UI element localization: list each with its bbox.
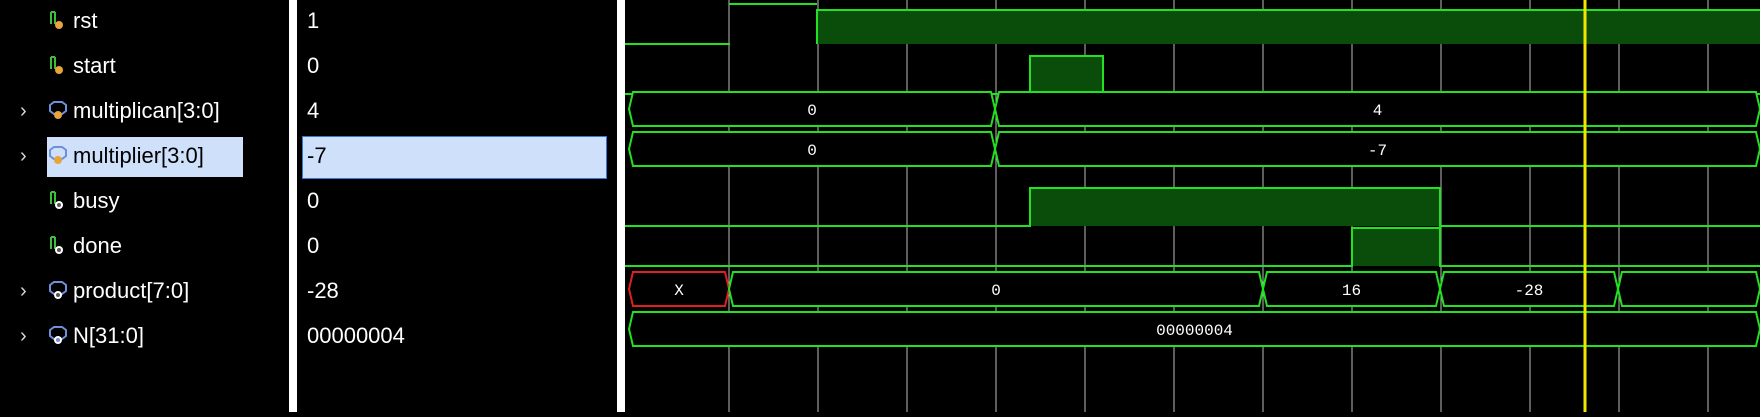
value-row[interactable]: 0 [297,225,617,270]
signal-row-start[interactable]: start [0,45,289,90]
multiplican-value-label: 4 [1373,102,1383,120]
signal-name: start [73,53,116,78]
signal-name: done [73,233,122,258]
signal-name: busy [73,188,120,213]
selection-highlight [302,136,607,179]
chevron-right-icon[interactable]: › [20,101,32,121]
signal-row-busy[interactable]: busy [0,180,289,225]
signal-name: product[7:0] [73,278,190,303]
signal-value: 0 [307,233,320,258]
done-wave [625,227,1760,267]
wire-out-icon [47,235,69,257]
wire-in-icon [47,55,69,77]
product-value-label: 0 [991,282,1001,300]
chevron-right-icon[interactable]: › [20,281,32,301]
signal-name-pane: rst start › multiplican[3:0] › multiplier[3:0… [0,0,289,412]
pane-splitter[interactable] [617,0,625,412]
signal-row-multiplier[interactable]: › multiplier[3:0] [0,135,289,180]
product-value-label: X [674,282,684,300]
rst-high-region [817,10,1760,44]
bus-param-icon [47,325,69,347]
signal-name: multiplier[3:0] [73,143,204,168]
busy-high-region [1030,188,1440,226]
signal-value: 1 [307,8,320,33]
product-segment [1616,271,1760,307]
signal-name: N[31:0] [73,323,144,348]
waveform-canvas[interactable]: 0 4 0 -7 X 0 16 -28 00000004 [625,0,1760,412]
bus-in-icon [47,145,69,167]
wire-out-icon [47,190,69,212]
multiplier-value-label: -7 [1368,142,1387,160]
pane-splitter[interactable] [289,0,297,412]
value-row[interactable]: -28 [297,270,617,315]
wire-in-icon [47,10,69,32]
start-high-region [1030,56,1103,94]
value-row[interactable]: 0 [297,180,617,225]
product-value-label: -28 [1515,282,1544,300]
signal-row-n[interactable]: › N[31:0] [0,315,289,360]
product-value-label: 16 [1342,282,1361,300]
signal-row-multiplican[interactable]: › multiplican[3:0] [0,90,289,135]
value-row[interactable]: 1 [297,0,617,45]
signal-value-pane: 1 0 4 -7 0 0 -28 00000004 [297,0,617,412]
value-row[interactable]: 4 [297,90,617,135]
signal-value: -28 [307,278,339,303]
signal-row-done[interactable]: done [0,225,289,270]
multiplier-value-label: 0 [807,142,817,160]
value-row[interactable]: 0 [297,45,617,90]
signal-value: 0 [307,53,320,78]
value-row[interactable]: 00000004 [297,315,617,360]
chevron-right-icon[interactable]: › [20,146,32,166]
signal-name: rst [73,8,98,33]
bus-in-icon [47,100,69,122]
signal-value: 00000004 [307,323,405,348]
N-value-label: 00000004 [1156,322,1233,340]
done-high-region [1352,228,1440,266]
chevron-right-icon[interactable]: › [20,326,32,346]
signal-row-rst[interactable]: rst [0,0,289,45]
signal-value: 0 [307,188,320,213]
waveform-pane[interactable]: 0 4 0 -7 X 0 16 -28 00000004 [625,0,1760,412]
signal-row-product[interactable]: › product[7:0] [0,270,289,315]
signal-value: 4 [307,98,320,123]
value-row[interactable]: -7 [297,135,617,180]
multiplican-value-label: 0 [807,102,817,120]
start-wave [625,55,1760,95]
signal-value: -7 [307,143,327,168]
bus-out-icon [47,280,69,302]
signal-name: multiplican[3:0] [73,98,220,123]
